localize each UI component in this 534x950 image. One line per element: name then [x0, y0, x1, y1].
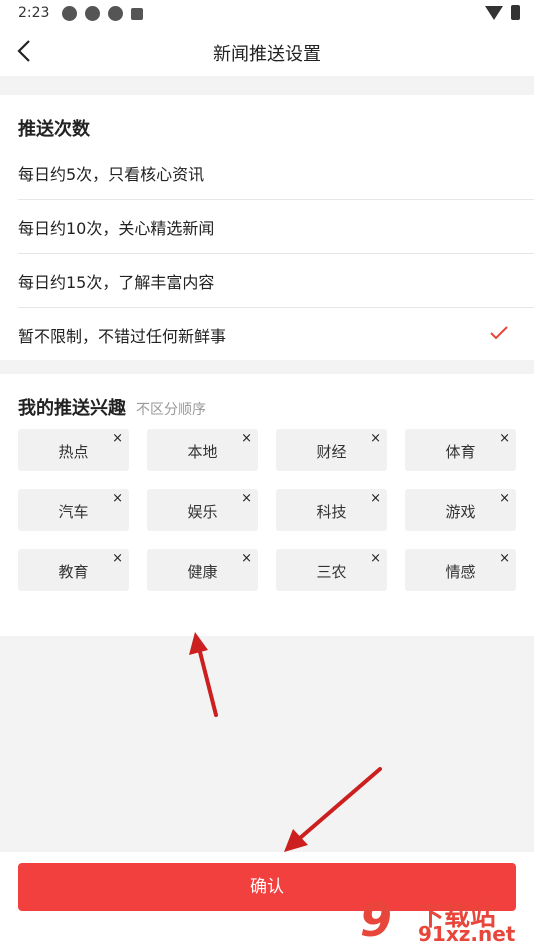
option-label: 每日约5次，只看核心资讯: [18, 165, 205, 184]
battery-icon: [511, 5, 520, 20]
interest-tag[interactable]: 科技 ×: [276, 489, 387, 531]
interest-tag[interactable]: 情感 ×: [405, 549, 516, 591]
annotation-arrow-down-head: [284, 829, 308, 852]
nav-bar: 新闻推送设置: [0, 28, 534, 76]
remove-icon[interactable]: ×: [499, 551, 510, 566]
checkmark-icon: [490, 326, 508, 340]
option-label: 每日约15次，了解丰富内容: [18, 273, 215, 292]
frequency-option-15[interactable]: 每日约15次，了解丰富内容: [18, 253, 534, 308]
remove-icon[interactable]: ×: [112, 551, 123, 566]
status-bar: 2:23: [0, 0, 534, 28]
watermark-number: 9: [360, 893, 393, 947]
section-title-interests: 我的推送兴趣 不区分顺序: [18, 394, 206, 420]
interest-tag[interactable]: 三农 ×: [276, 549, 387, 591]
remove-icon[interactable]: ×: [499, 491, 510, 506]
interest-tag[interactable]: 健康 ×: [147, 549, 258, 591]
interest-tag[interactable]: 娱乐 ×: [147, 489, 258, 531]
interest-tag[interactable]: 游戏 ×: [405, 489, 516, 531]
remove-icon[interactable]: ×: [370, 551, 381, 566]
interest-tag[interactable]: 汽车 ×: [18, 489, 129, 531]
section-title-frequency: 推送次数: [18, 119, 90, 140]
page-title: 新闻推送设置: [213, 44, 321, 65]
remove-icon[interactable]: ×: [241, 551, 252, 566]
a-notification-icon: [131, 8, 143, 20]
watermark-logo: 9 下载站 91xz.net: [360, 894, 530, 946]
remove-icon[interactable]: ×: [370, 491, 381, 506]
notification-icons: [62, 6, 143, 21]
watermark-line2: 91xz.net: [418, 922, 516, 946]
app-notification-icon: [85, 6, 100, 21]
interests-hint: 不区分顺序: [136, 402, 206, 418]
annotation-arrow-down: [298, 767, 382, 840]
interest-tag[interactable]: 财经 ×: [276, 429, 387, 471]
interest-tag[interactable]: 教育 ×: [18, 549, 129, 591]
annotation-arrow-up: [197, 646, 218, 717]
status-time: 2:23: [18, 5, 50, 21]
option-label: 每日约10次，关心精选新闻: [18, 219, 215, 238]
push-frequency-section: 推送次数 每日约5次，只看核心资讯 每日约10次，关心精选新闻 每日约15次，了…: [0, 95, 534, 360]
app-notification-icon: [108, 6, 123, 21]
frequency-option-5[interactable]: 每日约5次，只看核心资讯: [18, 145, 534, 200]
interest-tag[interactable]: 体育 ×: [405, 429, 516, 471]
interests-title: 我的推送兴趣: [18, 398, 126, 419]
app-notification-icon: [62, 6, 77, 21]
remove-icon[interactable]: ×: [112, 491, 123, 506]
frequency-option-10[interactable]: 每日约10次，关心精选新闻: [18, 199, 534, 254]
remove-icon[interactable]: ×: [499, 431, 510, 446]
frequency-option-unlimited[interactable]: 暂不限制，不错过任何新鲜事: [18, 307, 534, 361]
remove-icon[interactable]: ×: [241, 431, 252, 446]
wifi-icon: [485, 5, 503, 20]
interest-tag[interactable]: 本地 ×: [147, 429, 258, 471]
interest-tag[interactable]: 热点 ×: [18, 429, 129, 471]
remove-icon[interactable]: ×: [370, 431, 381, 446]
remove-icon[interactable]: ×: [112, 431, 123, 446]
option-label: 暂不限制，不错过任何新鲜事: [18, 327, 227, 346]
push-interests-section: 我的推送兴趣 不区分顺序 热点 × 本地 × 财经 × 体育 × 汽车 × 娱乐 × 科技 × …: [0, 374, 534, 636]
remove-icon[interactable]: ×: [241, 491, 252, 506]
